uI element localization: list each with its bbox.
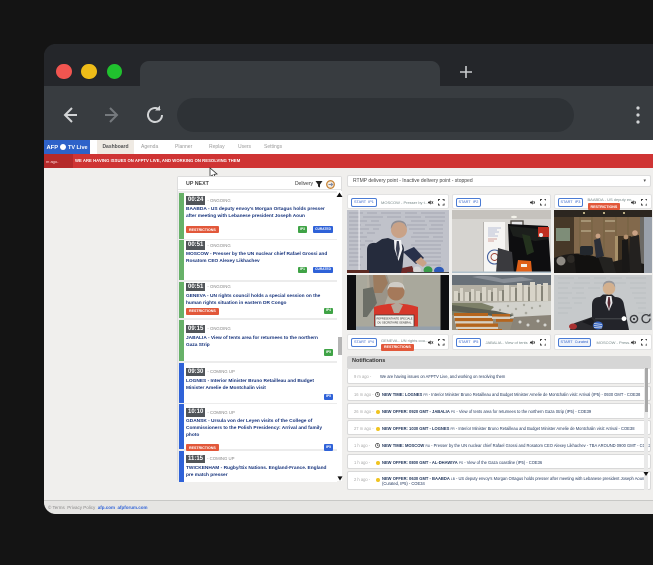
svg-text:DU SECRETAIRE GENERAL: DU SECRETAIRE GENERAL xyxy=(378,320,413,324)
svg-text:REPRESENTANTE SPECIALE: REPRESENTANTE SPECIALE xyxy=(377,316,413,320)
